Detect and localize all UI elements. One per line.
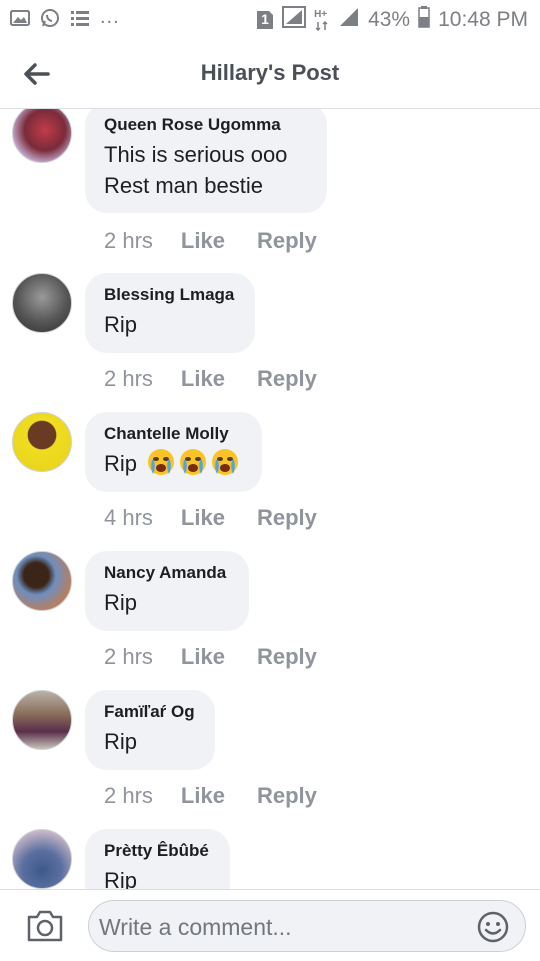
avatar[interactable] (12, 690, 72, 750)
comment-text: Rip (104, 868, 138, 889)
like-button[interactable]: Like (181, 228, 225, 254)
comment-time[interactable]: 2 hrs (104, 644, 153, 670)
camera-button[interactable] (26, 909, 64, 943)
sim-icon: 1 (256, 10, 274, 30)
like-button[interactable]: Like (181, 783, 225, 809)
comment-bubble[interactable]: Blessing Lmaga Rip (85, 273, 255, 353)
comment-text: Rip (104, 312, 138, 337)
emoji-button[interactable] (477, 911, 509, 943)
reply-button[interactable]: Reply (257, 644, 317, 670)
comment-time[interactable]: 2 hrs (104, 783, 153, 809)
comment-bubble[interactable]: Queen Rose Ugomma This is serious ooo Re… (85, 109, 327, 213)
comment-text: Rip (104, 590, 138, 615)
comment-text: Rip (104, 448, 242, 479)
comment-author[interactable]: Queen Rose Ugomma (104, 115, 307, 135)
crying-face-emoji (148, 449, 175, 475)
avatar[interactable] (12, 829, 72, 889)
comment-author[interactable]: Famïľaŕ Og (104, 702, 195, 722)
battery-icon (418, 6, 430, 34)
comment-actions: 2 hrs Like Reply (104, 366, 317, 392)
comment-bubble[interactable]: Nancy Amanda Rip (85, 551, 249, 631)
avatar[interactable] (12, 551, 72, 611)
avatar[interactable] (12, 412, 72, 472)
crying-face-emoji (180, 449, 207, 475)
like-button[interactable]: Like (181, 505, 225, 531)
comment-text: This is serious ooo Rest man bestie (104, 139, 307, 201)
gallery-icon (10, 9, 30, 32)
comment-line: Rip (104, 451, 138, 476)
hplus-icon: H+ (314, 9, 330, 31)
comment-time[interactable]: 4 hrs (104, 505, 153, 531)
comment-actions: 2 hrs Like Reply (104, 228, 317, 254)
signal-icon (282, 6, 307, 34)
comment-author[interactable]: Blessing Lmaga (104, 285, 235, 305)
comment-actions: 4 hrs Like Reply (104, 505, 317, 531)
comment-composer: Write a comment... (0, 889, 540, 961)
comment-actions: 2 hrs Like Reply (104, 783, 317, 809)
comment-bubble[interactable]: Famïľaŕ Og Rip (85, 690, 215, 770)
page-title: Hillary's Post (200, 60, 340, 85)
sim-badge: 1 (261, 11, 269, 27)
comment-input-placeholder: Write a comment... (99, 914, 292, 940)
whatsapp-icon (40, 8, 60, 33)
cell-signal-icon (338, 6, 360, 34)
camera-icon (27, 910, 63, 942)
comment-author[interactable]: Nancy Amanda (104, 563, 229, 583)
list-icon (70, 9, 90, 32)
comment-line: Rest man bestie (104, 173, 263, 198)
reply-button[interactable]: Reply (257, 366, 317, 392)
comment-text: Rip (104, 729, 138, 754)
smiley-icon (477, 911, 509, 943)
comment-bubble[interactable]: Chantelle Molly Rip (85, 412, 262, 492)
comment-line: This is serious ooo (104, 142, 288, 167)
comment-input[interactable]: Write a comment... (88, 900, 526, 952)
avatar[interactable] (12, 109, 72, 163)
comment-list[interactable]: Queen Rose Ugomma This is serious ooo Re… (0, 109, 540, 889)
like-button[interactable]: Like (181, 366, 225, 392)
crying-face-emoji (212, 449, 239, 475)
comment-time[interactable]: 2 hrs (104, 366, 153, 392)
reply-button[interactable]: Reply (257, 783, 317, 809)
reply-button[interactable]: Reply (257, 228, 317, 254)
avatar[interactable] (12, 273, 72, 333)
overflow-indicator: ... (100, 6, 120, 28)
header: Hillary's Post (0, 38, 540, 109)
comment-author[interactable]: Prètty Êbûbé (104, 841, 210, 861)
comment-bubble[interactable]: Prètty Êbûbé Rip (85, 829, 230, 889)
comment-author[interactable]: Chantelle Molly (104, 424, 242, 444)
comment-time[interactable]: 2 hrs (104, 228, 153, 254)
like-button[interactable]: Like (181, 644, 225, 670)
reply-button[interactable]: Reply (257, 505, 317, 531)
clock: 10:48 PM (438, 8, 528, 31)
battery-percent: 43% (368, 8, 411, 31)
status-bar: ... 1 H+ 43% 10:48 PM (0, 0, 540, 38)
comment-actions: 2 hrs Like Reply (104, 644, 317, 670)
